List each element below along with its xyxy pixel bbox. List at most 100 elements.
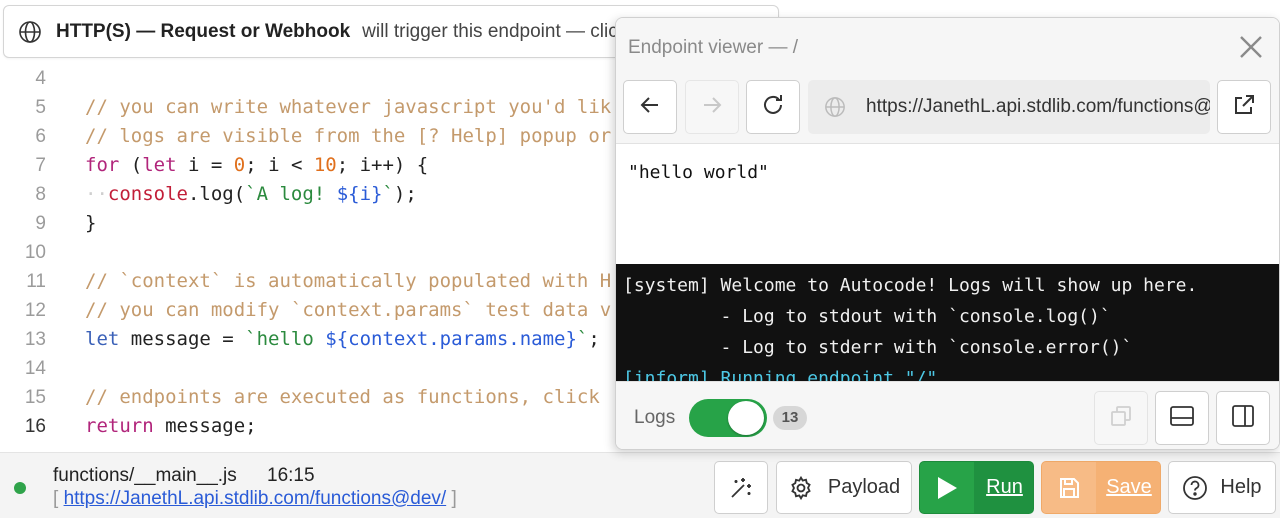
help-button[interactable]: Help [1168,461,1276,514]
line-number: 9 [35,213,46,234]
dock-side-button[interactable] [1216,391,1270,445]
log-console[interactable]: [system] Welcome to Autocode! Logs will … [616,264,1279,381]
code-token: `hello [245,328,326,350]
arrow-right-icon [701,94,723,121]
code-text: // `context` is automatically populated … [85,267,611,296]
globe-icon [824,96,846,118]
code-token: ; [588,328,600,350]
code-token: ( [119,154,143,176]
viewer-url-field[interactable]: https://JanethL.api.stdlib.com/functions… [808,80,1210,134]
copy-icon [1109,404,1133,433]
code-text: return message; [85,412,257,441]
code-token: ${context.params.name} [325,328,577,350]
code-token: ; i < [245,154,314,176]
code-token: ·· [85,183,108,205]
code-token: for [85,154,120,176]
url-open-bracket: [ [53,488,59,509]
file-name: functions/__main__.js [53,465,237,486]
console-line: [system] Welcome to Autocode! Logs will … [623,275,1198,296]
save-button[interactable]: Save [1041,461,1161,514]
code-token: message = [119,328,246,350]
url-close-bracket: ] [451,488,457,509]
magic-wand-icon [728,475,754,501]
file-time: 16:15 [267,465,315,486]
status-indicator [14,482,26,494]
code-token: // you can modify `context.params` test … [85,299,612,321]
code-token: ; i++) { [336,154,429,176]
code-token: // endpoints are executed as functions, … [85,386,600,408]
code-token: let [142,154,177,176]
code-token: ` [382,183,394,205]
code-token: console [107,183,188,205]
code-token: ${i} [336,183,383,205]
viewer-title: Endpoint viewer — / [628,37,799,58]
response-body: "hello world" [628,162,769,183]
back-button[interactable] [623,80,677,134]
logs-toggle[interactable] [689,399,767,437]
code-text: // you can write whatever javascript you… [85,93,611,122]
code-token: // logs are visible from the [? Help] po… [85,125,612,147]
code-token: // you can write whatever javascript you… [85,96,612,118]
payload-button[interactable]: Payload [776,461,912,514]
endpoint-viewer-panel: Endpoint viewer — / https://JanethL.api.… [615,17,1280,450]
code-text: ··console.log(`A log! ${i}`); [85,180,417,209]
line-number: 16 [24,416,46,437]
gear-icon [788,475,814,501]
console-line: - Log to stderr with `console.error()` [623,337,1133,358]
question-circle-icon [1182,475,1208,501]
logs-label: Logs [634,407,676,428]
line-number: 6 [35,126,46,147]
code-token: let [85,328,120,350]
line-number: 14 [24,358,46,379]
refresh-icon [760,92,786,123]
line-number: 11 [26,271,46,292]
reload-button[interactable] [746,80,800,134]
code-token: ); [393,183,417,205]
code-token: message; [153,415,257,437]
trigger-title: HTTP(S) — Request or Webhook [56,20,351,42]
open-external-button[interactable] [1217,80,1271,134]
code-token: 0 [233,154,246,176]
autocode-editor-window: HTTP(S) — Request or Webhook will trigge… [0,0,1280,518]
code-token: i = [176,154,234,176]
endpoint-url-line: [ https://JanethL.api.stdlib.com/functio… [53,488,457,510]
code-text: // logs are visible from the [? Help] po… [85,122,611,151]
save-label: Save [1096,462,1160,513]
viewer-url-text: https://JanethL.api.stdlib.com/functions… [866,96,1210,117]
endpoint-url-link[interactable]: https://JanethL.api.stdlib.com/functions… [64,488,447,509]
code-token: ` [576,328,589,350]
log-count-badge: 13 [773,406,807,430]
code-token: return [85,415,154,437]
help-label: Help [1220,476,1262,498]
code-text: let message = `hello ${context.params.na… [85,325,600,354]
code-text: // you can modify `context.params` test … [85,296,611,325]
copy-logs-button[interactable] [1094,391,1148,445]
line-number: 12 [24,300,46,321]
code-text: } [85,209,96,238]
line-number: 13 [24,329,46,350]
payload-label: Payload [827,476,901,498]
toggle-knob [728,401,764,435]
floppy-disk-icon [1042,462,1096,513]
code-text: // endpoints are executed as functions, … [85,383,600,412]
dock-bottom-button[interactable] [1155,391,1209,445]
console-line: [inform] Running endpoint "/"... [623,368,970,381]
run-label: Run [974,462,1033,513]
close-icon[interactable] [1236,32,1266,62]
console-line: - Log to stdout with `console.log()` [623,306,1111,327]
code-text: for (let i = 0; i < 10; i++) { [85,151,428,180]
panel-bottom-icon [1169,405,1195,432]
panel-right-icon [1231,404,1255,433]
globe-icon [18,20,42,44]
line-number: 15 [24,387,46,408]
line-number: 7 [35,155,46,176]
line-number: 10 [24,242,46,263]
forward-button[interactable] [685,80,739,134]
code-token: // `context` is automatically populated … [85,270,612,292]
code-token: `A log! [245,183,337,205]
run-button[interactable]: Run [919,461,1034,514]
format-code-button[interactable] [714,461,768,514]
arrow-left-icon [639,94,661,121]
line-number: 4 [35,68,46,89]
code-token: 10 [313,154,337,176]
